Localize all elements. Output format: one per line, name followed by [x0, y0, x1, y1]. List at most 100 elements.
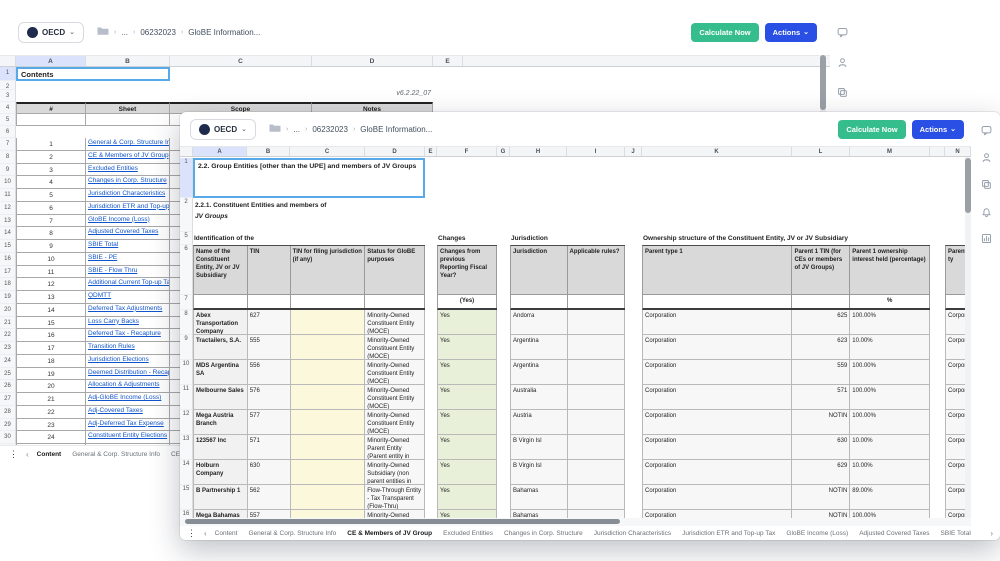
sheet-link[interactable]: SBIE Total — [88, 241, 118, 248]
row-header[interactable]: 28 — [0, 406, 16, 419]
sheet-cell[interactable]: QDMTT — [86, 291, 170, 304]
cell-status[interactable]: Minority-Owned Constituent Entity (MOCE) — [365, 335, 425, 360]
row-header[interactable]: 1 — [0, 67, 16, 81]
cell-jur[interactable]: Argentina — [511, 335, 568, 360]
chevron-left-icon[interactable]: ‹ — [204, 529, 207, 538]
row-header[interactable]: 1 — [180, 158, 193, 198]
cell-jur[interactable]: Argentina — [511, 360, 568, 385]
row-header[interactable]: 7 — [180, 295, 193, 310]
sheet-link[interactable]: SBIE - PE — [88, 254, 117, 261]
row-header[interactable]: 17 — [0, 266, 16, 279]
cell-pct[interactable]: 100.00% — [850, 360, 930, 385]
cell-jur[interactable]: Bahamas — [511, 510, 568, 518]
cell-changes[interactable]: Yes — [438, 385, 497, 410]
row-header[interactable]: 20 — [0, 304, 16, 317]
column-header-D[interactable]: D — [365, 147, 425, 156]
cell-tin[interactable]: 555 — [248, 335, 291, 360]
cell-ptype[interactable]: Corporation — [643, 335, 792, 360]
cell-tin[interactable]: 556 — [248, 360, 291, 385]
column-header-G[interactable]: G — [497, 147, 510, 156]
cell-name[interactable]: 123567 Inc — [194, 435, 248, 460]
bell-icon[interactable] — [981, 206, 992, 217]
cell-jur[interactable]: Austria — [511, 410, 568, 435]
row-header[interactable]: 9 — [0, 164, 16, 177]
scrollbar-thumb[interactable] — [965, 158, 971, 213]
cell-pct[interactable]: 10.00% — [850, 335, 930, 360]
column-header-K[interactable]: K — [642, 147, 792, 156]
copy-icon[interactable] — [837, 87, 848, 98]
cell-tin[interactable]: 571 — [248, 435, 291, 460]
cell-ptin[interactable]: NOTIN — [792, 410, 850, 435]
copy-icon[interactable] — [981, 179, 992, 190]
row-header[interactable]: 23 — [0, 342, 16, 355]
row-header[interactable]: 6 — [180, 245, 193, 295]
comment-icon[interactable] — [837, 27, 848, 38]
breadcrumb-ellipsis[interactable]: ... — [293, 125, 300, 134]
sheet-cell[interactable]: Adj-Covered Taxes — [86, 406, 170, 419]
sheet-cell[interactable]: GloBE Income (Loss) — [86, 215, 170, 228]
cell-jur[interactable]: Australia — [511, 385, 568, 410]
cell-ptype[interactable]: Corporation — [643, 435, 792, 460]
cell-rules[interactable] — [568, 510, 626, 518]
row-header[interactable]: 4 — [0, 102, 16, 114]
row-header[interactable]: 25 — [0, 368, 16, 381]
cell-status[interactable]: Minority-Owned Parent Entity (Parent ent… — [365, 435, 425, 460]
cell-ptype[interactable]: Corporation — [643, 385, 792, 410]
row-header[interactable]: 8 — [0, 151, 16, 164]
sheet-tab[interactable]: SBIE Total — [941, 530, 971, 537]
sheet-link[interactable]: Allocation & Adjustments — [88, 381, 160, 388]
cell-name[interactable]: B Partnership 1 — [194, 485, 248, 510]
cell-tinf[interactable] — [291, 460, 366, 485]
row-header[interactable]: 13 — [180, 435, 193, 460]
calculate-now-button[interactable]: Calculate Now — [838, 120, 905, 139]
row-header[interactable]: 27 — [0, 393, 16, 406]
sheet-tab[interactable]: General & Corp. Structure Info — [72, 451, 160, 458]
sheet-tab[interactable]: CE & Members of JV Group — [347, 530, 432, 537]
cell-tinf[interactable] — [291, 385, 366, 410]
row-header[interactable]: 11 — [0, 189, 16, 202]
row-header[interactable]: 26 — [0, 380, 16, 393]
sheet-link[interactable]: Transition Rules — [88, 343, 135, 350]
cell-ptin[interactable]: 571 — [792, 385, 850, 410]
sheet-cell[interactable]: Changes in Corp. Structure — [86, 176, 170, 189]
column-header-H[interactable]: H — [510, 147, 567, 156]
actions-button[interactable]: Actions ⌄ — [912, 120, 964, 139]
sheet-link[interactable]: CE & Members of JV Group — [88, 152, 169, 159]
cell-ptype[interactable]: Corporation — [643, 410, 792, 435]
row-header[interactable]: 13 — [0, 215, 16, 228]
front-horizontal-scrollbar[interactable] — [180, 518, 971, 526]
cell-tinf[interactable] — [291, 360, 366, 385]
cell-rules[interactable] — [568, 335, 626, 360]
profile-icon[interactable] — [837, 57, 848, 68]
row-header[interactable]: 11 — [180, 385, 193, 410]
sheet-link[interactable]: Deferred Tax Adjustments — [88, 305, 162, 312]
breadcrumb-folder[interactable]: 06232023 — [312, 125, 348, 134]
column-header-L[interactable]: L — [792, 147, 850, 156]
cell-status[interactable]: Minority-Owned Constituent Entity (MOCE) — [365, 310, 425, 335]
cell-ptin[interactable]: NOTIN — [792, 485, 850, 510]
cell-ptype[interactable]: Corporation — [643, 460, 792, 485]
row-header[interactable]: 15 — [0, 240, 16, 253]
column-header-B[interactable]: B — [86, 56, 170, 66]
cell-ptin[interactable]: 630 — [792, 435, 850, 460]
cell-rules[interactable] — [568, 435, 626, 460]
cell-pct[interactable]: 100.00% — [850, 385, 930, 410]
breadcrumb-ellipsis[interactable]: ... — [121, 28, 128, 37]
calculate-now-button[interactable]: Calculate Now — [691, 23, 758, 42]
sheet-tab[interactable]: SBIE - PE — [982, 530, 983, 537]
row-header[interactable]: 10 — [0, 176, 16, 189]
front-vertical-scrollbar[interactable] — [965, 157, 971, 518]
cell-status[interactable]: Minority-Owned Constituent Entity (MOCE) — [365, 360, 425, 385]
cell-tin[interactable]: 557 — [248, 510, 291, 518]
cell-status[interactable]: Minority-Owned Subsidiary (non parent en… — [365, 460, 425, 485]
breadcrumb-file[interactable]: GloBE Information... — [188, 28, 260, 37]
cell-status[interactable]: Minority-Owned Constituent Entity (MOCE) — [365, 510, 425, 518]
row-header[interactable]: 15 — [180, 485, 193, 510]
sheet-cell[interactable]: SBIE - Flow Thru — [86, 266, 170, 279]
sheet-link[interactable]: Additional Current Top-up Tax — [88, 279, 170, 286]
row-header[interactable]: 5 — [180, 232, 193, 245]
chevron-right-icon[interactable]: › — [990, 529, 993, 538]
sheet-cell[interactable]: Jurisdiction Elections — [86, 355, 170, 368]
row-header[interactable]: 24 — [0, 355, 16, 368]
cell-tin[interactable]: 577 — [248, 410, 291, 435]
